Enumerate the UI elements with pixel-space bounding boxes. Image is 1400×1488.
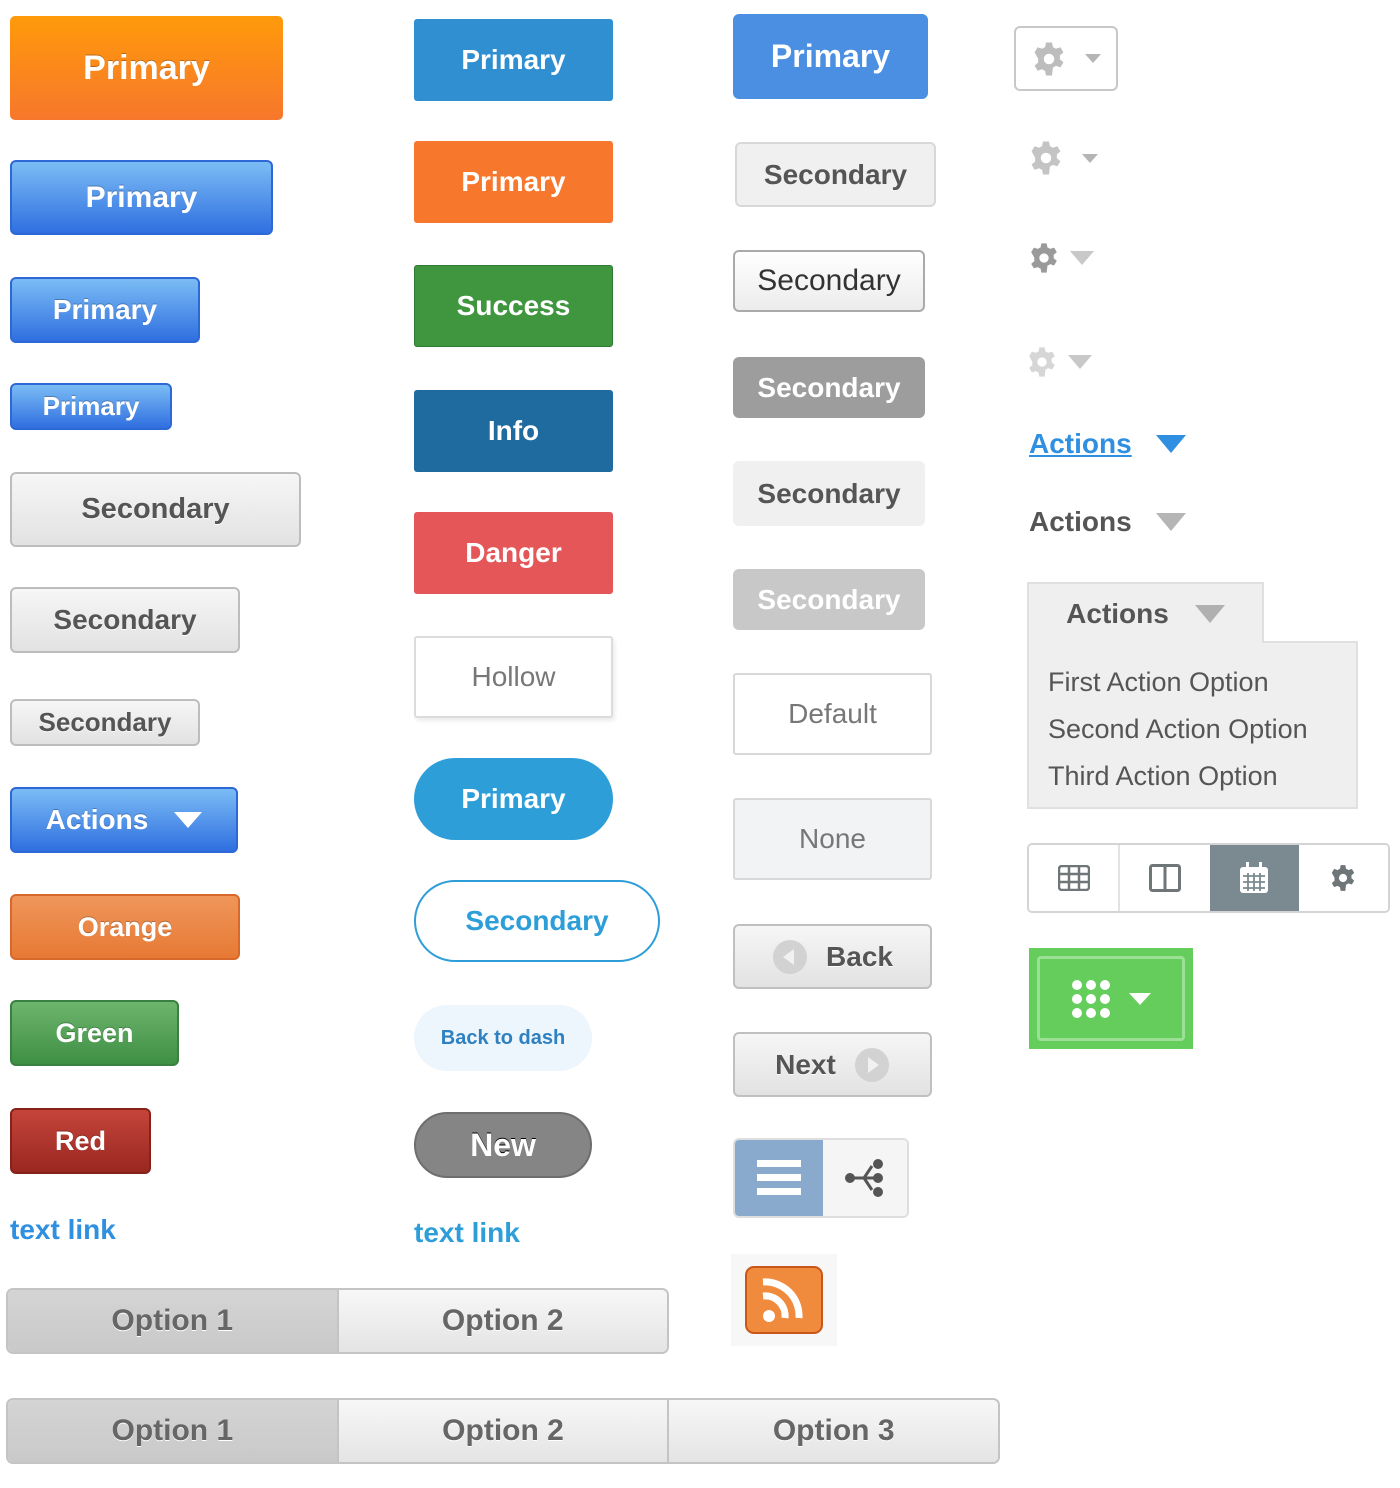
back-circle-icon bbox=[773, 939, 808, 974]
actions-menu-toggle[interactable]: Actions bbox=[1027, 582, 1264, 644]
menu-item[interactable]: Second Action Option bbox=[1048, 706, 1356, 753]
back-label: Back bbox=[826, 940, 893, 972]
menu-divider bbox=[1262, 641, 1358, 643]
primary-button[interactable]: Primary bbox=[733, 14, 928, 99]
secondary-button-medium[interactable]: Secondary bbox=[10, 587, 240, 653]
secondary-pill-button[interactable]: Secondary bbox=[414, 880, 660, 962]
default-button[interactable]: Default bbox=[733, 673, 932, 755]
red-button[interactable]: Red bbox=[10, 1108, 151, 1174]
actions-label: Actions bbox=[45, 804, 149, 835]
actions-plain-label: Actions bbox=[1029, 506, 1132, 537]
menu-item[interactable]: Third Action Option bbox=[1048, 753, 1356, 800]
secondary-button-small[interactable]: Secondary bbox=[10, 699, 200, 746]
caret-down-icon bbox=[1129, 992, 1151, 1005]
orange-button[interactable]: Orange bbox=[10, 894, 240, 960]
grid-icon bbox=[1057, 865, 1090, 891]
caret-down-icon bbox=[1082, 153, 1098, 163]
secondary-button-large[interactable]: Secondary bbox=[10, 472, 301, 547]
segmented-control-two: Option 1 Option 2 bbox=[6, 1288, 669, 1354]
gear-icon bbox=[1029, 347, 1055, 377]
primary-large-button[interactable]: Primary bbox=[10, 16, 283, 120]
next-label: Next bbox=[775, 1048, 836, 1080]
primary-flat-blue-button[interactable]: Primary bbox=[414, 19, 613, 101]
green-button[interactable]: Green bbox=[10, 1000, 179, 1066]
danger-button[interactable]: Danger bbox=[414, 512, 613, 594]
menu-item[interactable]: First Action Option bbox=[1048, 659, 1356, 706]
secondary-button-flat[interactable]: Secondary bbox=[735, 142, 936, 207]
caret-down-icon bbox=[1155, 513, 1186, 531]
tree-view-button[interactable] bbox=[823, 1140, 907, 1216]
tree-icon bbox=[845, 1159, 883, 1197]
primary-flat-orange-button[interactable]: Primary bbox=[414, 141, 613, 223]
gear-dropdown-light[interactable] bbox=[1026, 346, 1092, 378]
icon-toolbar bbox=[1027, 843, 1390, 913]
actions-menu-list: First Action Option Second Action Option… bbox=[1027, 641, 1358, 809]
new-button[interactable]: New bbox=[414, 1112, 592, 1178]
gear-dropdown-boxed[interactable] bbox=[1014, 26, 1118, 91]
split-view-icon bbox=[1148, 864, 1181, 892]
caret-down-icon bbox=[1085, 54, 1101, 63]
actions-menu-label: Actions bbox=[1066, 598, 1169, 629]
secondary-button-dark[interactable]: Secondary bbox=[733, 357, 925, 418]
none-button[interactable]: None bbox=[733, 798, 932, 880]
segment-option-1[interactable]: Option 1 bbox=[8, 1290, 337, 1352]
next-button[interactable]: Next bbox=[733, 1032, 932, 1097]
gear-dropdown-dark[interactable] bbox=[1028, 242, 1094, 274]
secondary-button-outline[interactable]: Secondary bbox=[733, 250, 925, 312]
segment-option-1[interactable]: Option 1 bbox=[8, 1400, 337, 1462]
success-button[interactable]: Success bbox=[414, 265, 613, 347]
primary-gradient-button-small[interactable]: Primary bbox=[10, 383, 172, 430]
actions-dropdown-button[interactable]: Actions bbox=[10, 787, 238, 853]
caret-down-icon bbox=[1070, 251, 1094, 265]
gear-icon bbox=[1332, 865, 1355, 891]
next-circle-icon bbox=[854, 1047, 889, 1082]
rss-icon bbox=[745, 1266, 823, 1334]
split-view-button[interactable] bbox=[1120, 845, 1210, 911]
actions-plain-dropdown[interactable]: Actions bbox=[1029, 506, 1186, 538]
back-button[interactable]: Back bbox=[733, 924, 932, 989]
primary-pill-button[interactable]: Primary bbox=[414, 758, 613, 840]
apps-grid-icon bbox=[1072, 979, 1110, 1018]
segment-option-2[interactable]: Option 2 bbox=[336, 1400, 668, 1462]
segment-option-2[interactable]: Option 2 bbox=[336, 1290, 667, 1352]
calendar-icon bbox=[1240, 862, 1269, 893]
caret-down-icon bbox=[1155, 435, 1186, 453]
gear-dropdown-plain[interactable] bbox=[1028, 140, 1098, 176]
text-link-2[interactable]: text link bbox=[414, 1217, 520, 1249]
caret-down-icon bbox=[174, 812, 203, 828]
list-view-button[interactable] bbox=[735, 1140, 823, 1216]
actions-link-dropdown[interactable]: Actions bbox=[1029, 428, 1186, 460]
view-toggle bbox=[733, 1138, 909, 1218]
actions-link-label: Actions bbox=[1029, 428, 1132, 459]
calendar-view-button[interactable] bbox=[1209, 845, 1299, 911]
gear-icon bbox=[1031, 141, 1061, 175]
grid-view-button[interactable] bbox=[1029, 845, 1121, 911]
back-to-dash-button[interactable]: Back to dash bbox=[414, 1005, 592, 1071]
settings-view-button[interactable] bbox=[1298, 845, 1388, 911]
apps-dropdown-button[interactable] bbox=[1029, 948, 1193, 1049]
text-link[interactable]: text link bbox=[10, 1214, 116, 1246]
primary-gradient-button-large[interactable]: Primary bbox=[10, 160, 273, 235]
gear-icon bbox=[1034, 42, 1064, 75]
hollow-button[interactable]: Hollow bbox=[414, 636, 613, 718]
secondary-button-disabled[interactable]: Secondary bbox=[733, 569, 925, 630]
info-button[interactable]: Info bbox=[414, 390, 613, 472]
segment-option-3[interactable]: Option 3 bbox=[667, 1400, 998, 1462]
primary-gradient-button-medium[interactable]: Primary bbox=[10, 277, 200, 343]
rss-button[interactable] bbox=[731, 1254, 837, 1346]
secondary-button-light[interactable]: Secondary bbox=[733, 461, 925, 526]
caret-down-icon bbox=[1068, 355, 1092, 369]
list-icon bbox=[757, 1160, 801, 1195]
gear-icon bbox=[1031, 243, 1057, 273]
caret-down-icon bbox=[1194, 605, 1225, 623]
segmented-control-three: Option 1 Option 2 Option 3 bbox=[6, 1398, 1000, 1464]
